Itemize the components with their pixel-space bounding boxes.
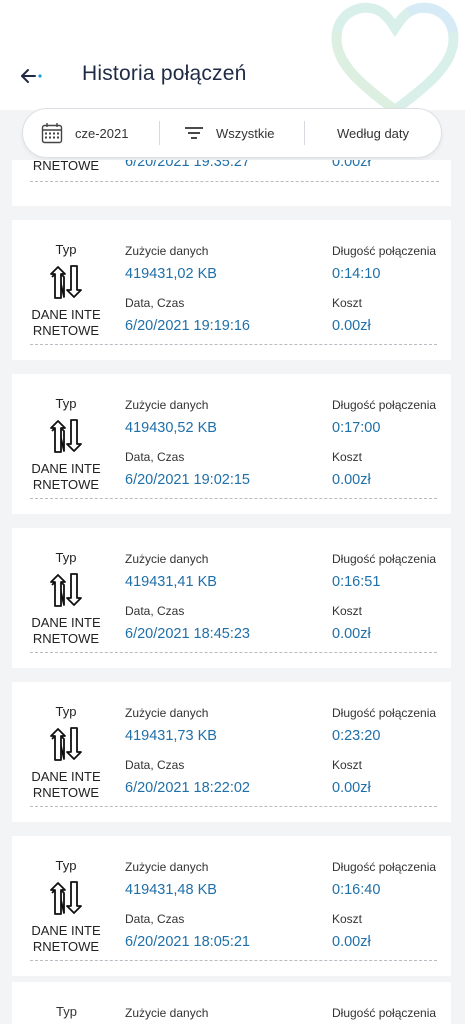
card-divider — [30, 181, 439, 182]
month-filter-label: cze-2021 — [75, 125, 129, 141]
data-transfer-arrows-icon — [28, 263, 104, 303]
cost-label: Koszt — [332, 912, 363, 926]
datetime-label: Data, Czas — [125, 912, 185, 926]
month-filter-button[interactable]: cze-2021 — [23, 109, 159, 157]
usage-value: 419430,52 KB — [125, 420, 217, 436]
datetime-value: 6/20/2021 18:22:02 — [125, 780, 250, 796]
datetime-value: 6/20/2021 19:35:27 — [125, 160, 250, 170]
duration-value: 0:17:00 — [332, 420, 381, 436]
type-label: Typ — [55, 858, 77, 873]
usage-label: Zużycie danych — [125, 1006, 209, 1020]
usage-value: 419431,02 KB — [125, 266, 217, 282]
card-divider — [30, 652, 437, 653]
cost-label: Koszt — [332, 604, 363, 618]
cost-value: 0.00zł — [332, 626, 371, 642]
data-transfer-arrows-icon — [28, 417, 104, 457]
duration-value: 0:16:40 — [332, 882, 381, 898]
type-column: Typ DANE INTERNETOWE — [28, 682, 104, 801]
arrow-left-icon — [21, 69, 42, 83]
type-filter-label: Wszystkie — [216, 125, 275, 141]
usage-label: Zużycie danych — [125, 706, 209, 720]
datetime-label: Data, Czas — [125, 296, 185, 310]
sort-label: Według daty — [337, 125, 410, 141]
history-card-partial-bottom: Typ Zużycie danych Długość połączenia — [12, 982, 451, 1024]
type-column: Typ DANE INTERNETOWE — [28, 374, 104, 493]
usage-label: Zużycie danych — [125, 552, 209, 566]
cost-value: 0.00zł — [332, 934, 371, 950]
type-label: Typ — [56, 1004, 77, 1019]
datetime-value: 6/20/2021 19:02:15 — [125, 472, 250, 488]
type-value: DANE INTERNETOWE — [31, 461, 101, 492]
card-divider — [30, 344, 437, 345]
calendar-icon — [41, 122, 63, 144]
page-title: Historia połączeń — [82, 62, 247, 85]
duration-value: 0:14:10 — [332, 266, 381, 282]
cost-value: 0.00zł — [332, 472, 371, 488]
type-filter-button[interactable]: Wszystkie — [160, 109, 304, 157]
data-transfer-arrows-icon — [28, 879, 104, 919]
type-column: Typ DANE INTERNETOWE — [28, 528, 104, 647]
data-transfer-arrows-icon — [28, 725, 104, 765]
cost-value: 0.00zł — [332, 780, 371, 796]
type-label: Typ — [55, 396, 77, 411]
type-value: DANE INTERNETOWE — [31, 923, 101, 954]
sort-button[interactable]: Według daty — [305, 109, 441, 157]
cost-label: Koszt — [332, 450, 363, 464]
type-value: DANE INTERNETOWE — [31, 769, 101, 800]
cost-value: 0.00zł — [332, 160, 371, 170]
usage-value: 419431,48 KB — [125, 882, 217, 898]
history-card[interactable]: Typ DANE INTERNETOWE Zużycie danych 4194… — [12, 374, 451, 514]
type-column: Typ DANE INTERNETOWE — [28, 836, 104, 955]
filter-icon — [184, 126, 204, 140]
type-column: Typ DANE INTERNETOWE — [28, 220, 104, 339]
card-divider — [30, 960, 437, 961]
history-card-partial: RNETOWE 6/20/2021 19:35:27 0.00zł — [12, 160, 451, 206]
heart-logo-decoration — [331, 2, 459, 117]
connection-history-list: RNETOWE 6/20/2021 19:35:27 0.00zł Typ DA… — [0, 160, 465, 1024]
type-value: DANE INTERNETOWE — [31, 615, 101, 646]
usage-value: 419431,41 KB — [125, 574, 217, 590]
usage-label: Zużycie danych — [125, 860, 209, 874]
usage-label: Zużycie danych — [125, 244, 209, 258]
history-card[interactable]: Typ DANE INTERNETOWE Zużycie danych 4194… — [12, 220, 451, 360]
data-transfer-arrows-icon — [28, 571, 104, 611]
history-card[interactable]: Typ DANE INTERNETOWE Zużycie danych 4194… — [12, 836, 451, 976]
filter-bar: cze-2021 Wszystkie Według daty — [22, 108, 442, 158]
duration-label: Długość połączenia — [332, 244, 437, 258]
type-label: Typ — [55, 550, 77, 565]
type-label: Typ — [55, 242, 77, 257]
type-label: Typ — [55, 704, 77, 719]
card-divider — [30, 806, 437, 807]
duration-label: Długość połączenia — [332, 860, 437, 874]
duration-label: Długość połączenia — [332, 1006, 437, 1020]
datetime-label: Data, Czas — [125, 758, 185, 772]
duration-value: 0:23:20 — [332, 728, 381, 744]
duration-value: 0:16:51 — [332, 574, 381, 590]
type-value: RNETOWE — [32, 160, 100, 173]
duration-label: Długość połączenia — [332, 398, 437, 412]
usage-label: Zużycie danych — [125, 398, 209, 412]
cost-label: Koszt — [332, 758, 363, 772]
datetime-label: Data, Czas — [125, 450, 185, 464]
duration-label: Długość połączenia — [332, 552, 437, 566]
usage-value: 419431,73 KB — [125, 728, 217, 744]
history-card[interactable]: Typ DANE INTERNETOWE Zużycie danych 4194… — [12, 528, 451, 668]
cost-label: Koszt — [332, 296, 363, 310]
back-button[interactable] — [14, 60, 50, 92]
duration-label: Długość połączenia — [332, 706, 437, 720]
datetime-value: 6/20/2021 19:19:16 — [125, 318, 250, 334]
datetime-label: Data, Czas — [125, 604, 185, 618]
cost-value: 0.00zł — [332, 318, 371, 334]
history-card[interactable]: Typ DANE INTERNETOWE Zużycie danych 4194… — [12, 682, 451, 822]
card-divider — [30, 498, 437, 499]
datetime-value: 6/20/2021 18:45:23 — [125, 626, 250, 642]
type-value: DANE INTERNETOWE — [31, 307, 101, 338]
app-header: Historia połączeń — [0, 0, 465, 117]
datetime-value: 6/20/2021 18:05:21 — [125, 934, 250, 950]
